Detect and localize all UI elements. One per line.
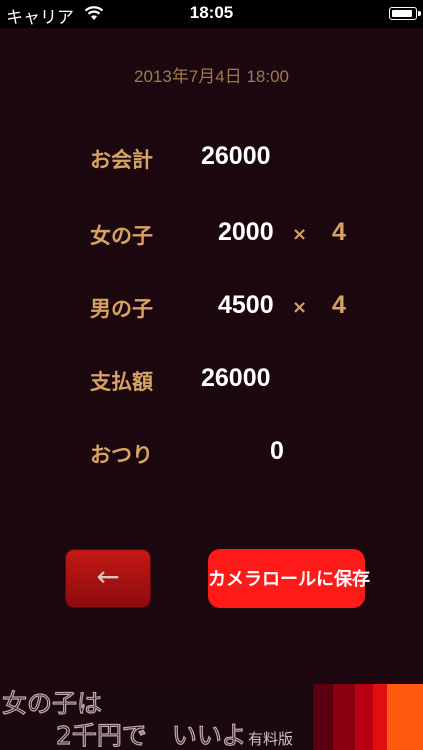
bill-label: お会計 — [90, 148, 153, 172]
ad-headline-line1: 女の子は — [1, 688, 103, 718]
paid-value: 26000 — [201, 364, 271, 392]
ad-stripe — [313, 684, 333, 750]
ad-paid-version-tag: 有料版 — [248, 730, 294, 748]
receipt-screen: 2013年7月4日 18:00 お会計 26000 女の子 2000 × 4 男… — [0, 28, 423, 684]
receipt-datetime: 2013年7月4日 18:00 — [134, 67, 289, 86]
ad-headline-line2: 2千円で いいよ — [55, 720, 247, 750]
boys-count: 4 — [332, 291, 346, 319]
girls-times-sign: × — [292, 224, 308, 245]
status-bar: キャリア 18:05 — [0, 0, 423, 28]
girls-label: 女の子 — [90, 224, 153, 248]
boys-price: 4500 — [218, 291, 274, 319]
ad-banner[interactable]: 女の子は 2千円で いいよ 有料版 — [0, 684, 423, 750]
paid-label: 支払額 — [90, 370, 153, 394]
girls-price: 2000 — [218, 218, 274, 246]
back-button[interactable]: ← — [65, 549, 151, 608]
boys-label: 男の子 — [90, 297, 153, 321]
ad-stripe — [333, 684, 355, 750]
girls-count: 4 — [332, 218, 346, 246]
save-button-label: カメラロールに保存 — [208, 569, 370, 590]
ad-stripe — [355, 684, 373, 750]
change-value: 0 — [270, 437, 284, 465]
boys-times-sign: × — [292, 297, 308, 318]
save-to-camera-roll-button[interactable]: カメラロールに保存 — [208, 549, 370, 608]
status-time: 18:05 — [189, 3, 234, 22]
change-label: おつり — [90, 443, 153, 467]
ad-stripe — [387, 684, 423, 750]
back-arrow-icon: ← — [96, 560, 120, 593]
ad-stripe — [373, 684, 387, 750]
battery-icon — [389, 7, 421, 20]
bill-value: 26000 — [201, 142, 271, 170]
